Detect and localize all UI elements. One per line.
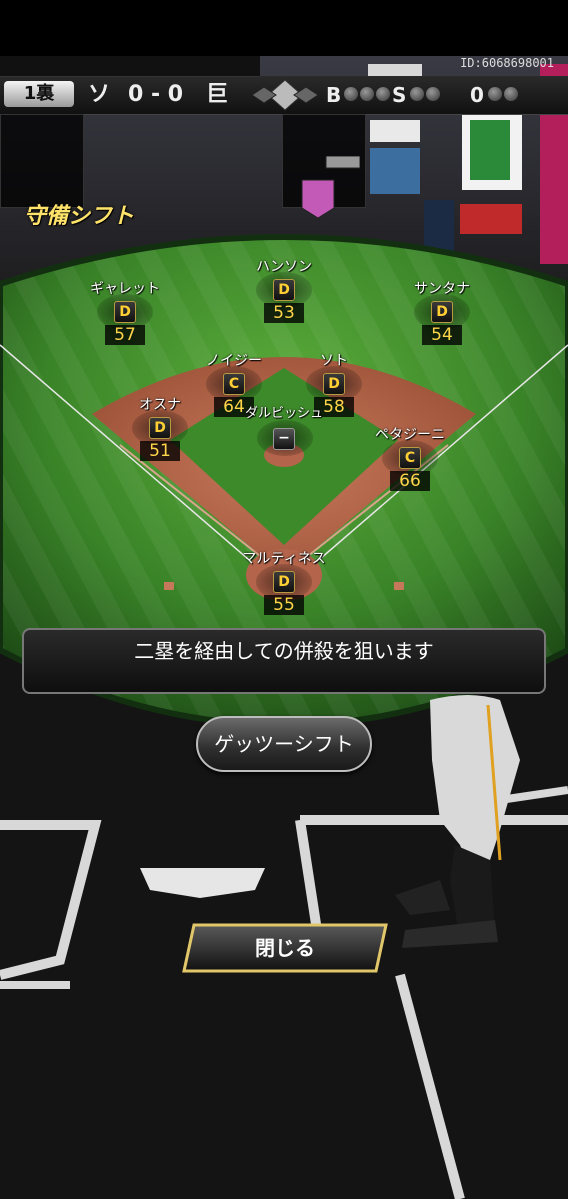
strikes-label: S <box>392 83 407 107</box>
away-lineup-panel <box>0 114 84 208</box>
fielder-value-rf: 54 <box>422 325 462 345</box>
score-display: 0 - 0 <box>128 82 184 107</box>
shift-description-text: 二塁を経由しての併殺を狙います <box>134 639 434 663</box>
close-button-label: 閉じる <box>255 936 315 960</box>
status-bar <box>0 0 568 56</box>
inning-indicator: 1裏 <box>4 81 74 107</box>
fielder-value-3b: 51 <box>140 441 180 461</box>
fielder-grade-badge-lf[interactable]: D <box>114 301 136 323</box>
fielder-grade-badge-rf[interactable]: D <box>431 301 453 323</box>
fielder-value-c: 55 <box>264 595 304 615</box>
fielder-grade-badge-3b[interactable]: D <box>149 417 171 439</box>
fielder-grade-badge-2b[interactable]: D <box>323 373 345 395</box>
fielder-value-1b: 66 <box>390 471 430 491</box>
outs-dots <box>488 87 518 101</box>
user-id: ID:6068698001 <box>460 56 554 70</box>
fielder-value-lf: 57 <box>105 325 145 345</box>
strikes-dots <box>410 87 440 101</box>
page-title: 守備シフト <box>24 204 135 229</box>
fielder-grade-badge-1b[interactable]: C <box>399 447 421 469</box>
outs-count: 0 <box>470 83 484 107</box>
close-button[interactable]: 閉じる <box>180 922 390 974</box>
balls-label: B <box>326 83 342 107</box>
fielder-value-cf: 53 <box>264 303 304 323</box>
shift-description-box: 二塁を経由しての併殺を狙います <box>22 628 546 694</box>
away-team-label: ソ <box>88 82 111 107</box>
fielder-grade-badge-ss[interactable]: C <box>223 373 245 395</box>
shift-select-button[interactable]: ゲッツーシフト <box>196 716 372 772</box>
home-team-label: 巨 <box>206 82 229 107</box>
pitcher-badge: − <box>273 428 295 450</box>
base-runner-icon <box>251 79 319 111</box>
pitcher-name: ダルビッシュ <box>244 406 323 421</box>
mini-scoreboard <box>0 56 260 77</box>
balls-dots <box>344 87 390 101</box>
runner-arrow-icon <box>301 156 360 219</box>
fielder-grade-badge-c[interactable]: D <box>273 571 295 593</box>
fielder-grade-badge-cf[interactable]: D <box>273 279 295 301</box>
